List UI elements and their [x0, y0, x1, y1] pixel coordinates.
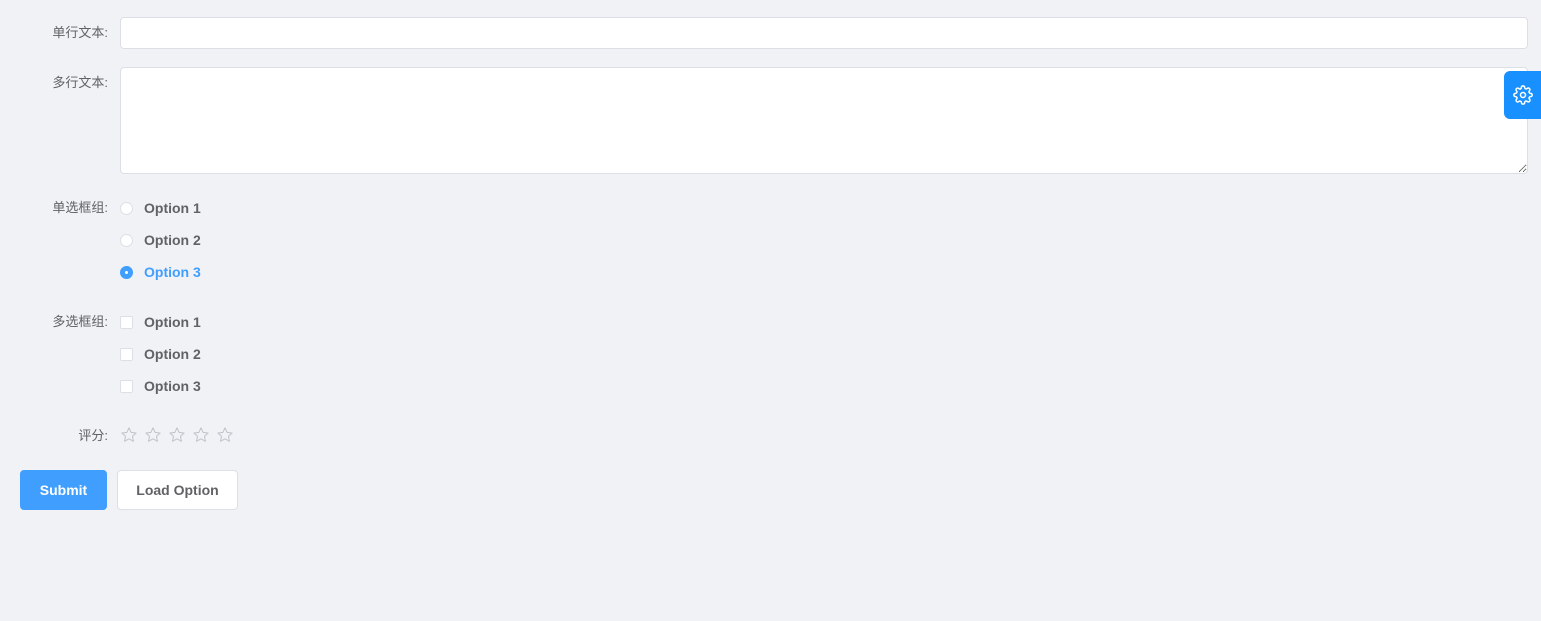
radio-option-1[interactable]: Option 1: [120, 200, 201, 216]
star-outline-icon[interactable]: [120, 426, 138, 444]
star-outline-icon[interactable]: [144, 426, 162, 444]
multi-line-label: 多行文本:: [52, 75, 108, 90]
form-page: 单行文本: 多行文本: 单选框组: Option 1 Option 2 Opti…: [0, 0, 1541, 621]
submit-button[interactable]: Submit: [20, 470, 107, 510]
checkbox-option-1[interactable]: Option 1: [120, 314, 201, 330]
multi-line-textarea[interactable]: [120, 67, 1528, 174]
single-line-label: 单行文本:: [52, 25, 108, 40]
checkbox-option-label: Option 1: [144, 314, 201, 330]
rating-stars: [120, 426, 234, 444]
star-outline-icon[interactable]: [192, 426, 210, 444]
radio-circle[interactable]: [120, 233, 133, 247]
checkbox-group-label: 多选框组:: [52, 314, 108, 329]
single-line-input[interactable]: [120, 17, 1528, 49]
radio-option-label: Option 2: [144, 232, 201, 248]
radio-circle[interactable]: [120, 265, 133, 279]
radio-option-2[interactable]: Option 2: [120, 232, 201, 248]
checkbox-box[interactable]: [120, 347, 133, 361]
radio-option-3[interactable]: Option 3: [120, 264, 201, 280]
radio-circle[interactable]: [120, 201, 133, 215]
checkbox-option-3[interactable]: Option 3: [120, 378, 201, 394]
load-option-button[interactable]: Load Option: [117, 470, 238, 510]
checkbox-option-label: Option 3: [144, 378, 201, 394]
checkbox-option-label: Option 2: [144, 346, 201, 362]
rating-label: 评分:: [78, 428, 108, 443]
settings-button[interactable]: [1504, 71, 1541, 119]
radio-option-label: Option 3: [144, 264, 201, 280]
checkbox-box[interactable]: [120, 379, 133, 393]
gear-icon: [1512, 85, 1533, 105]
star-outline-icon[interactable]: [216, 426, 234, 444]
checkbox-box[interactable]: [120, 315, 133, 329]
star-outline-icon[interactable]: [168, 426, 186, 444]
checkbox-option-2[interactable]: Option 2: [120, 346, 201, 362]
radio-option-label: Option 1: [144, 200, 201, 216]
radio-group-label: 单选框组:: [52, 200, 108, 215]
